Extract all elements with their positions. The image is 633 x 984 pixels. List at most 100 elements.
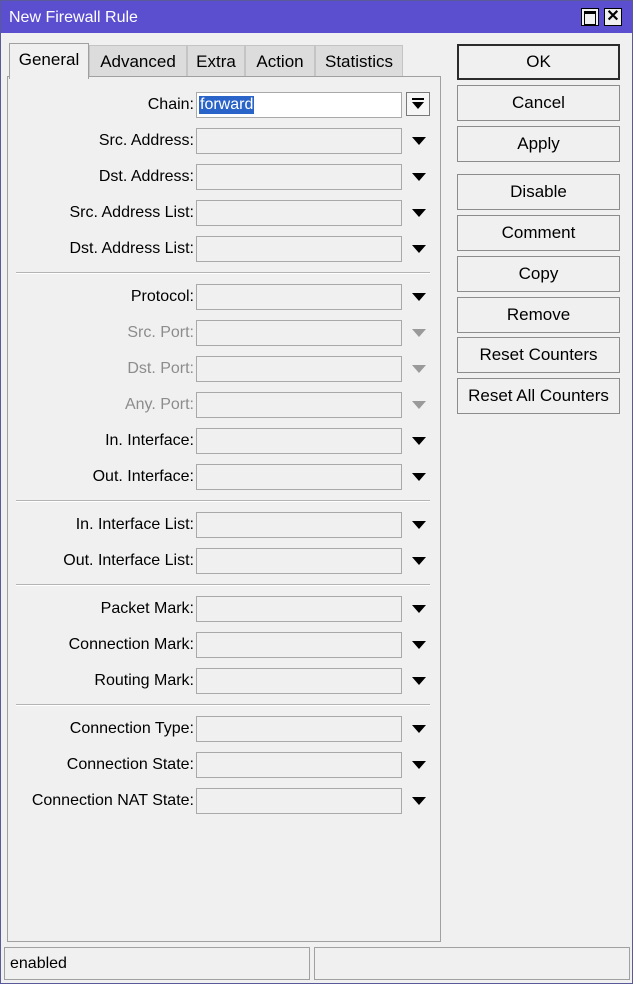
cancel-button[interactable]: Cancel <box>457 85 620 121</box>
in-interface-list-row: In. Interface List: <box>8 512 442 538</box>
protocol-dropdown-icon[interactable] <box>412 293 426 301</box>
dst-address-dropdown-icon[interactable] <box>412 173 426 181</box>
out-interface-row: Out. Interface: <box>8 464 442 490</box>
dst-address-label: Dst. Address: <box>98 168 194 185</box>
connection-mark-dropdown-icon[interactable] <box>412 641 426 649</box>
connection-nat-state-row: Connection NAT State: <box>8 788 442 814</box>
connection-nat-state-input[interactable] <box>196 788 402 814</box>
chain-value: forward <box>199 96 255 114</box>
any-port-dropdown-icon <box>412 401 426 409</box>
tab-statistics[interactable]: Statistics <box>315 45 403 77</box>
dst-port-input <box>196 356 402 382</box>
in-interface-list-label: In. Interface List: <box>75 516 194 533</box>
separator <box>16 584 430 586</box>
out-interface-list-input[interactable] <box>196 548 402 574</box>
src-address-row: Src. Address: <box>8 128 442 154</box>
protocol-input[interactable] <box>196 284 402 310</box>
chain-input[interactable]: forward <box>196 92 402 118</box>
in-interface-label: In. Interface: <box>105 432 194 449</box>
connection-type-dropdown-icon[interactable] <box>412 725 426 733</box>
connection-type-label: Connection Type: <box>69 720 194 737</box>
chain-dropdown-button[interactable] <box>406 92 430 116</box>
src-port-row: Src. Port: <box>8 320 442 346</box>
firewall-rule-window: New Firewall Rule ✕ General Advanced Ext… <box>0 0 633 984</box>
packet-mark-row: Packet Mark: <box>8 596 442 622</box>
routing-mark-row: Routing Mark: <box>8 668 442 694</box>
out-interface-list-label: Out. Interface List: <box>63 552 194 569</box>
ok-button[interactable]: OK <box>457 44 620 80</box>
dst-port-dropdown-icon <box>412 365 426 373</box>
separator <box>16 704 430 706</box>
dst-address-row: Dst. Address: <box>8 164 442 190</box>
chain-row: Chain: forward <box>8 92 442 118</box>
chevron-down-icon <box>412 102 424 109</box>
status-text: enabled <box>4 947 310 980</box>
maximize-icon <box>584 11 596 25</box>
connection-type-input[interactable] <box>196 716 402 742</box>
any-port-label: Any. Port: <box>124 396 194 413</box>
out-interface-label: Out. Interface: <box>92 468 194 485</box>
connection-state-input[interactable] <box>196 752 402 778</box>
remove-button[interactable]: Remove <box>457 297 620 333</box>
src-address-list-input[interactable] <box>196 200 402 226</box>
dst-address-list-label: Dst. Address List: <box>69 240 195 257</box>
separator <box>16 272 430 274</box>
connection-state-dropdown-icon[interactable] <box>412 761 426 769</box>
dropdown-line-icon <box>412 98 424 100</box>
packet-mark-input[interactable] <box>196 596 402 622</box>
copy-button[interactable]: Copy <box>457 256 620 292</box>
tab-action[interactable]: Action <box>245 45 315 77</box>
src-port-dropdown-icon <box>412 329 426 337</box>
connection-nat-state-dropdown-icon[interactable] <box>412 797 426 805</box>
close-button[interactable]: ✕ <box>604 8 622 26</box>
out-interface-list-dropdown-icon[interactable] <box>412 557 426 565</box>
packet-mark-label: Packet Mark: <box>100 600 194 617</box>
reset-all-counters-button[interactable]: Reset All Counters <box>457 378 620 414</box>
in-interface-list-dropdown-icon[interactable] <box>412 521 426 529</box>
routing-mark-dropdown-icon[interactable] <box>412 677 426 685</box>
src-address-dropdown-icon[interactable] <box>412 137 426 145</box>
in-interface-list-input[interactable] <box>196 512 402 538</box>
protocol-row: Protocol: <box>8 284 442 310</box>
tab-general[interactable]: General <box>9 43 89 79</box>
routing-mark-input[interactable] <box>196 668 402 694</box>
connection-nat-state-label: Connection NAT State: <box>31 792 194 809</box>
connection-state-label: Connection State: <box>66 756 194 773</box>
tab-extra[interactable]: Extra <box>187 45 245 77</box>
separator <box>16 500 430 502</box>
src-port-label: Src. Port: <box>127 324 194 341</box>
connection-state-row: Connection State: <box>8 752 442 778</box>
in-interface-dropdown-icon[interactable] <box>412 437 426 445</box>
comment-button[interactable]: Comment <box>457 215 620 251</box>
in-interface-row: In. Interface: <box>8 428 442 454</box>
dst-address-list-input[interactable] <box>196 236 402 262</box>
dst-address-input[interactable] <box>196 164 402 190</box>
out-interface-list-row: Out. Interface List: <box>8 548 442 574</box>
reset-counters-button[interactable]: Reset Counters <box>457 337 620 373</box>
connection-type-row: Connection Type: <box>8 716 442 742</box>
src-port-input <box>196 320 402 346</box>
in-interface-input[interactable] <box>196 428 402 454</box>
disable-button[interactable]: Disable <box>457 174 620 210</box>
connection-mark-label: Connection Mark: <box>68 636 194 653</box>
apply-button[interactable]: Apply <box>457 126 620 162</box>
routing-mark-label: Routing Mark: <box>94 672 194 689</box>
protocol-label: Protocol: <box>130 288 194 305</box>
dst-port-label: Dst. Port: <box>127 360 194 377</box>
connection-mark-row: Connection Mark: <box>8 632 442 658</box>
src-address-list-row: Src. Address List: <box>8 200 442 226</box>
general-panel: Chain: forward Src. Address: Dst. Addres… <box>7 76 441 942</box>
src-address-list-dropdown-icon[interactable] <box>412 209 426 217</box>
title-bar[interactable]: New Firewall Rule ✕ <box>1 1 632 33</box>
src-address-list-label: Src. Address List: <box>69 204 195 221</box>
out-interface-input[interactable] <box>196 464 402 490</box>
dst-address-list-dropdown-icon[interactable] <box>412 245 426 253</box>
maximize-button[interactable] <box>581 8 599 26</box>
packet-mark-dropdown-icon[interactable] <box>412 605 426 613</box>
src-address-input[interactable] <box>196 128 402 154</box>
tab-advanced[interactable]: Advanced <box>89 45 187 77</box>
connection-mark-input[interactable] <box>196 632 402 658</box>
out-interface-dropdown-icon[interactable] <box>412 473 426 481</box>
tab-bar: General Advanced Extra Action Statistics <box>7 43 447 79</box>
any-port-row: Any. Port: <box>8 392 442 418</box>
